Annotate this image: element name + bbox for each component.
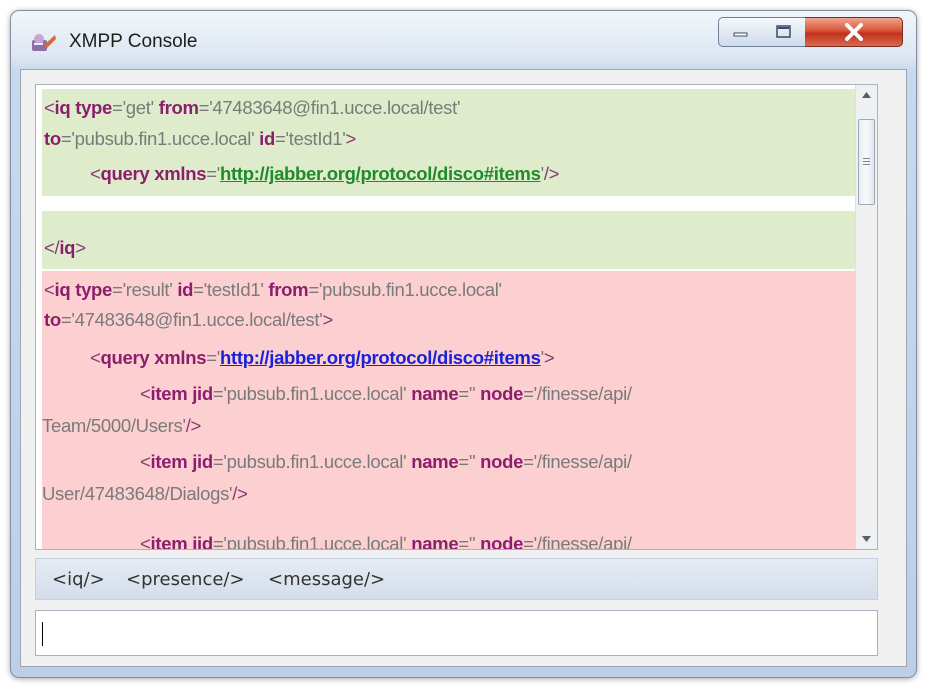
minimize-icon bbox=[733, 32, 747, 37]
console-line: <iq type='get' from='47483648@fin1.ucce.… bbox=[44, 97, 461, 118]
sent-stanza-block-end bbox=[42, 211, 855, 269]
vertical-scrollbar[interactable] bbox=[855, 85, 877, 549]
console-line: User/47483648/Dialogs'/> bbox=[42, 483, 248, 504]
console-line: <item jid='pubsub.fin1.ucce.local' name=… bbox=[140, 451, 632, 472]
console-line: <query xmlns='http://jabber.org/protocol… bbox=[90, 163, 560, 184]
console-line: Team/5000/Users'/> bbox=[42, 415, 202, 436]
title-bar[interactable]: XMPP Console bbox=[11, 11, 916, 69]
insert-presence-button[interactable]: <presence/> bbox=[126, 569, 245, 590]
console-line: <item jid='pubsub.fin1.ucce.local' name=… bbox=[140, 383, 632, 404]
close-button[interactable] bbox=[805, 17, 903, 47]
window-title: XMPP Console bbox=[69, 31, 198, 52]
text-caret bbox=[42, 622, 43, 646]
xml-console-log[interactable]: <iq type='get' from='47483648@fin1.ucce.… bbox=[35, 84, 878, 550]
maximize-icon bbox=[775, 25, 791, 38]
scroll-up-button[interactable] bbox=[856, 85, 877, 105]
xmlns-link[interactable]: http://jabber.org/protocol/disco#items bbox=[220, 347, 541, 368]
xmpp-console-app-icon bbox=[32, 34, 56, 51]
console-line: <query xmlns='http://jabber.org/protocol… bbox=[90, 347, 555, 368]
insert-message-button[interactable]: <message/> bbox=[268, 569, 385, 590]
scroll-down-button[interactable] bbox=[856, 529, 877, 549]
console-line: <item jid='pubsub.fin1.ucce.local' name=… bbox=[140, 533, 632, 549]
insert-iq-button[interactable]: <iq/> bbox=[52, 569, 105, 590]
console-line: to='47483648@fin1.ucce.local/test'> bbox=[44, 309, 333, 330]
xmpp-console-window: XMPP Console <iq type='get' from='474836… bbox=[10, 10, 917, 678]
scroll-up-arrow-icon bbox=[862, 92, 871, 98]
console-content: <iq type='get' from='47483648@fin1.ucce.… bbox=[36, 85, 856, 549]
stanza-input-field[interactable] bbox=[35, 610, 878, 656]
maximize-button[interactable] bbox=[762, 17, 806, 47]
minimize-button[interactable] bbox=[718, 17, 763, 47]
close-icon bbox=[844, 23, 863, 41]
console-line: <iq type='result' id='testId1' from='pub… bbox=[44, 279, 502, 300]
scrollbar-thumb[interactable] bbox=[858, 119, 875, 205]
xmlns-link[interactable]: http://jabber.org/protocol/disco#items bbox=[220, 163, 541, 184]
console-line: to='pubsub.fin1.ucce.local' id='testId1'… bbox=[44, 128, 356, 149]
console-line: </iq> bbox=[44, 237, 86, 258]
stanza-template-bar: <iq/> <presence/> <message/> bbox=[35, 558, 878, 600]
scroll-down-arrow-icon bbox=[862, 536, 871, 542]
console-client-area: <iq type='get' from='47483648@fin1.ucce.… bbox=[20, 69, 907, 667]
